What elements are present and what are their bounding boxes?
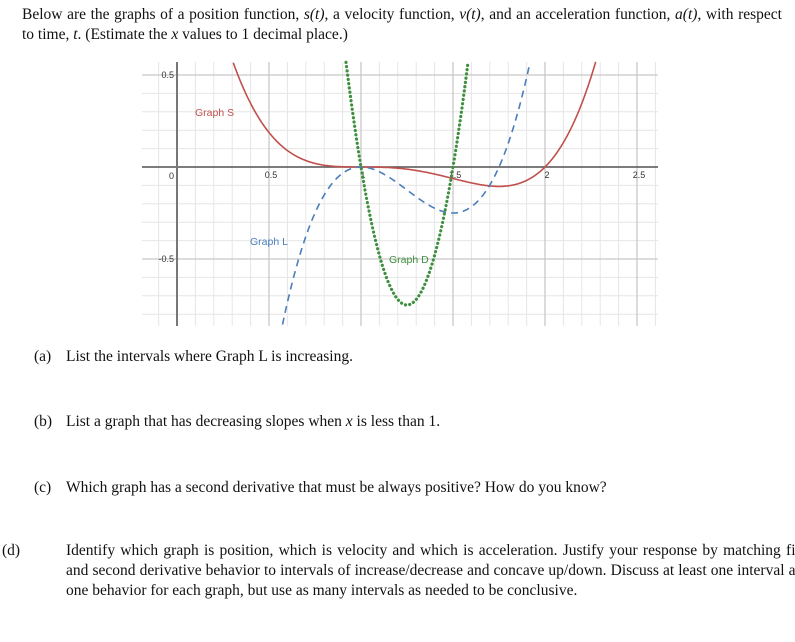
question-label: (d) (2, 542, 21, 559)
question-label: (b) (34, 413, 53, 430)
x-tick-label: 2 (544, 170, 549, 180)
x-variable: x (345, 413, 353, 430)
question-text: List a graph that has decreasing slopes … (66, 413, 346, 430)
axes (142, 62, 658, 326)
graph-l-curve (281, 62, 531, 325)
graph-l-label: Graph L (250, 236, 288, 248)
minor-grid (142, 62, 658, 326)
question-a: (a) List the intervals where Graph L is i… (34, 347, 779, 367)
question-b: (b) List a graph that has decreasing slop… (34, 412, 779, 432)
question-label: (a) (34, 348, 52, 365)
x-tick-label: 2.5 (633, 170, 646, 180)
y-tick-label: 0.5 (161, 70, 174, 80)
y-tick-label: -0.5 (158, 254, 174, 264)
question-text: is less than 1. (352, 413, 441, 430)
question-d: (d) Identify which graph is position, whi… (2, 541, 795, 601)
graph-d-label: Graph D (389, 254, 429, 266)
question-text: Identify which graph is position, which … (66, 542, 795, 599)
question-label: (c) (34, 479, 52, 496)
graph-d-curve (344, 60, 470, 307)
question-text: List the intervals where Graph L is incr… (66, 348, 353, 365)
graph-s-label: Graph S (195, 107, 234, 119)
graph-figure: 0.5 0 -0.5 0.5 1 1.5 2 2.5 Graph S Graph… (142, 60, 658, 326)
x-tick-label: 0.5 (265, 170, 278, 180)
y-tick-label: 0 (169, 171, 174, 181)
question-c: (c) Which graph has a second derivative t… (34, 478, 779, 498)
major-grid (142, 62, 658, 326)
question-text: Which graph has a second derivative that… (66, 479, 607, 496)
